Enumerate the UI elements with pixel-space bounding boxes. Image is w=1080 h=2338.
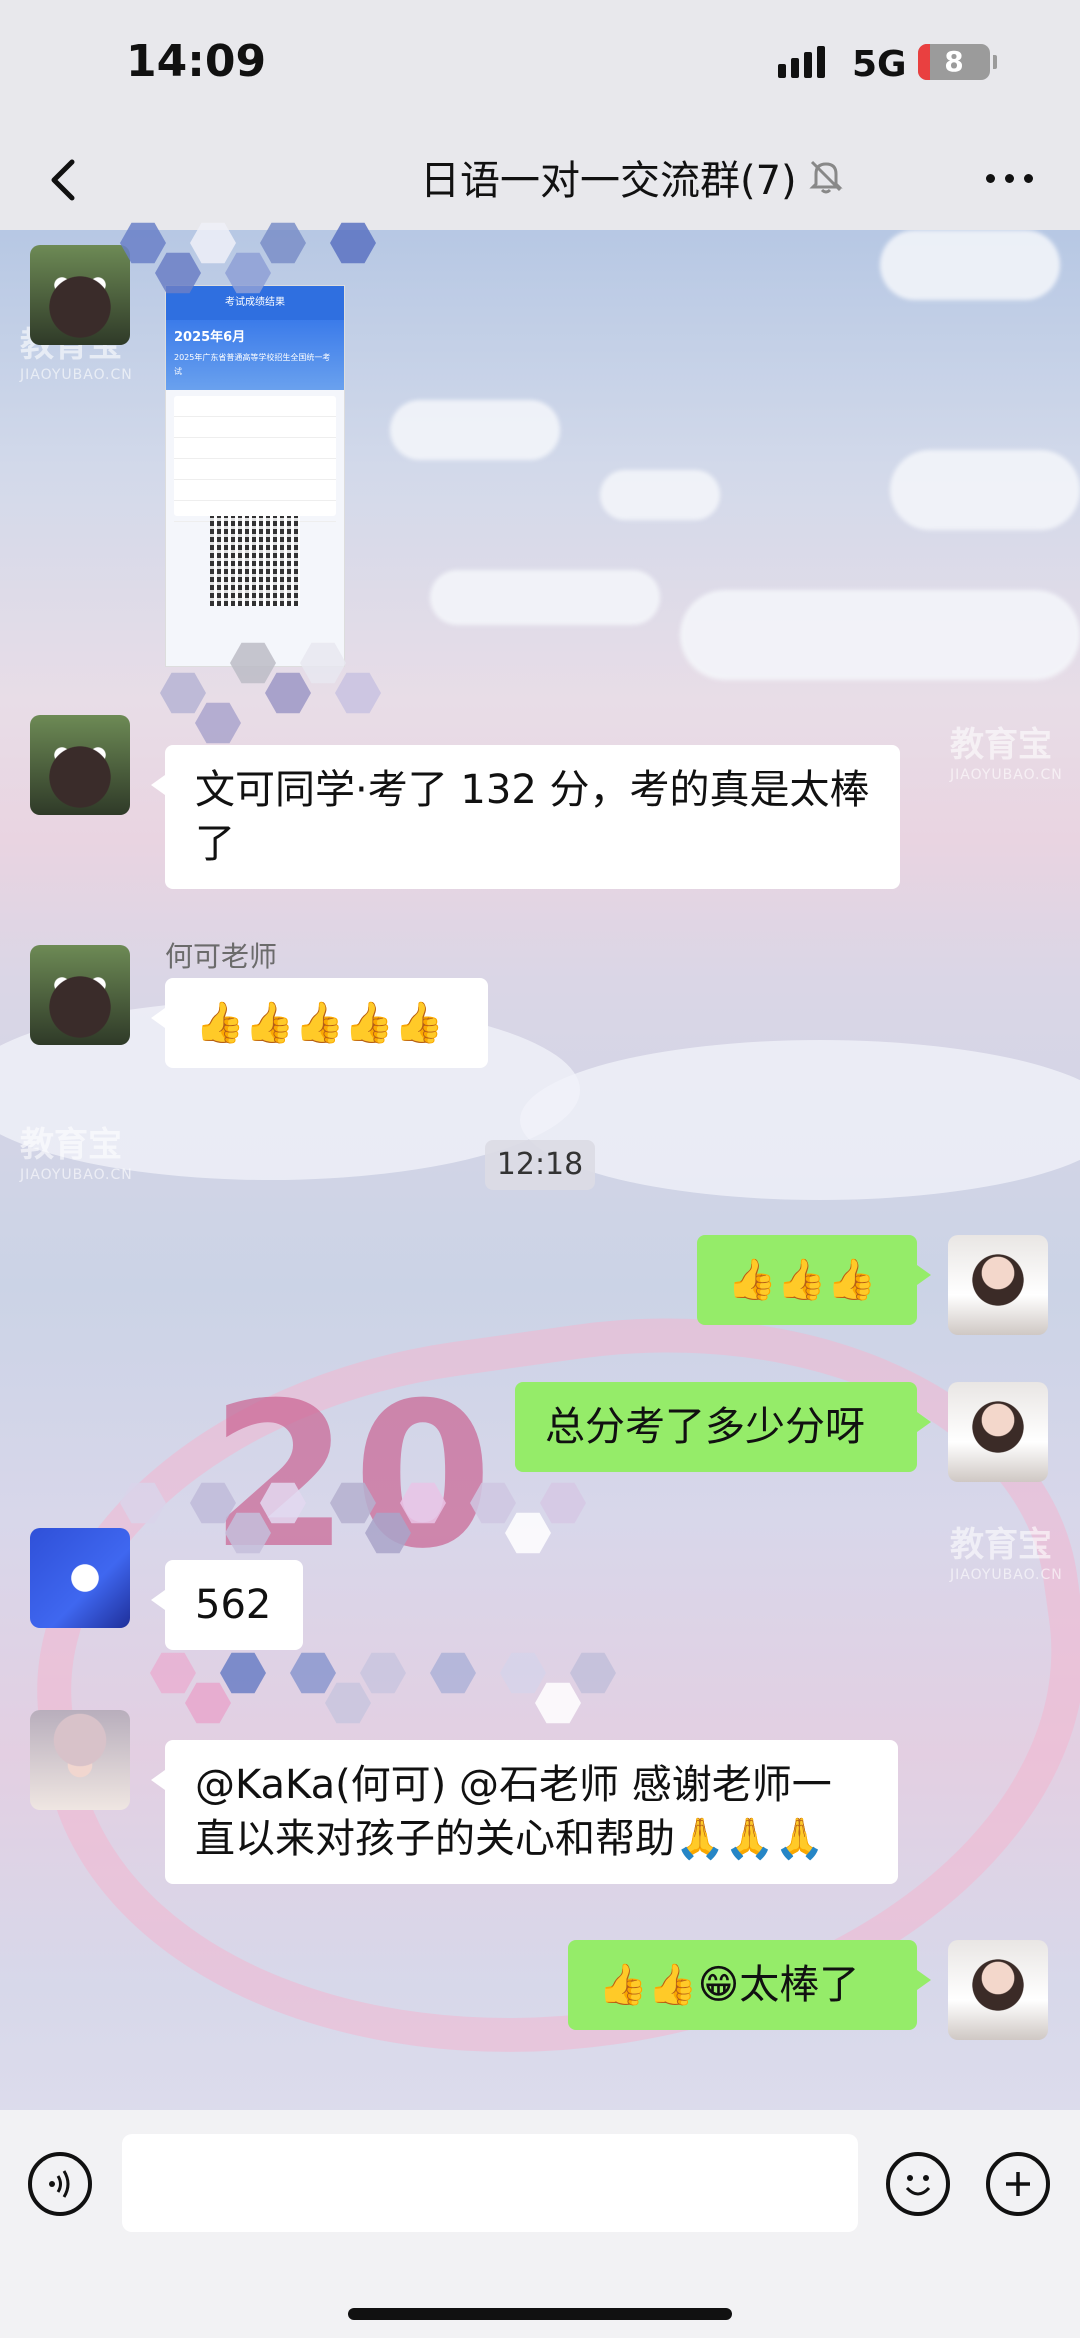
input-bar	[0, 2110, 1080, 2338]
status-time: 14:09	[126, 36, 267, 87]
message-bubble[interactable]: 👍👍👍👍👍	[151, 978, 488, 1068]
battery-icon: 8	[918, 44, 997, 80]
signal-icon	[778, 46, 830, 78]
message-input[interactable]	[122, 2134, 858, 2232]
bell-slash-icon	[806, 156, 846, 196]
avatar[interactable]	[30, 715, 130, 815]
bg-snow-digits: 20	[210, 1360, 497, 1593]
avatar[interactable]	[948, 1235, 1048, 1335]
nav-bar: 日语一对一交流群(7)	[0, 130, 1080, 230]
avatar[interactable]	[30, 245, 130, 345]
bg-cloud	[430, 570, 660, 625]
bg-cloud	[390, 400, 560, 460]
smiley-icon[interactable]	[886, 2152, 950, 2216]
plus-circle-icon[interactable]	[986, 2152, 1050, 2216]
message-bubble[interactable]: 👍👍😁太棒了	[568, 1940, 931, 2030]
chat-screen: 20 教育宝 JIAOYUBAO.CN 教育宝 JIAOYUBAO.CN 教育宝 JI…	[0, 0, 1080, 2338]
watermark: 教育宝JIAOYUBAO.CN	[950, 725, 1063, 783]
network-type: 5G	[852, 44, 907, 85]
message-timestamp: 12:18	[485, 1140, 595, 1190]
home-indicator	[348, 2308, 732, 2320]
status-bar: 14:09 5G 8	[0, 0, 1080, 130]
avatar[interactable]	[30, 945, 130, 1045]
score-screenshot-image[interactable]: 考试成绩结果 2025年6月 2025年广东省普通高等学校招生全国统一考试	[165, 285, 345, 667]
message-bubble[interactable]: 562	[151, 1560, 303, 1650]
watermark: 教育宝JIAOYUBAO.CN	[950, 1525, 1063, 1583]
voice-icon[interactable]	[28, 2152, 92, 2216]
avatar[interactable]	[30, 1710, 130, 1810]
avatar[interactable]	[948, 1382, 1048, 1482]
image-score-table	[174, 396, 336, 522]
bg-cloud	[600, 470, 720, 520]
avatar[interactable]	[948, 1940, 1048, 2040]
message-bubble[interactable]: @KaKa(何可) @石老师 感谢老师一直以来对孩子的关心和帮助🙏🙏🙏	[151, 1740, 898, 1884]
bg-cloud	[880, 230, 1060, 300]
message-bubble[interactable]: 文可同学·考了 132 分，考的真是太棒了	[151, 745, 900, 889]
image-desc: 2025年广东省普通高等学校招生全国统一考试	[174, 353, 331, 376]
chevron-left-icon[interactable]	[36, 150, 96, 210]
message-bubble[interactable]: 总分考了多少分呀	[515, 1382, 931, 1472]
chat-title: 日语一对一交流群(7)	[420, 158, 797, 204]
qr-code-image	[210, 516, 300, 606]
bg-cloud	[680, 590, 1080, 680]
message-bubble[interactable]: 👍👍👍	[697, 1235, 931, 1325]
more-dots-icon[interactable]	[980, 152, 1040, 202]
bg-snow	[520, 1040, 1080, 1200]
image-date: 2025年6月	[174, 330, 246, 345]
sender-name: 何可老师	[165, 940, 278, 973]
bg-cloud	[890, 450, 1080, 530]
avatar[interactable]	[30, 1528, 130, 1628]
watermark: 教育宝JIAOYUBAO.CN	[20, 1125, 133, 1183]
image-header: 2025年6月 2025年广东省普通高等学校招生全国统一考试	[166, 320, 344, 390]
